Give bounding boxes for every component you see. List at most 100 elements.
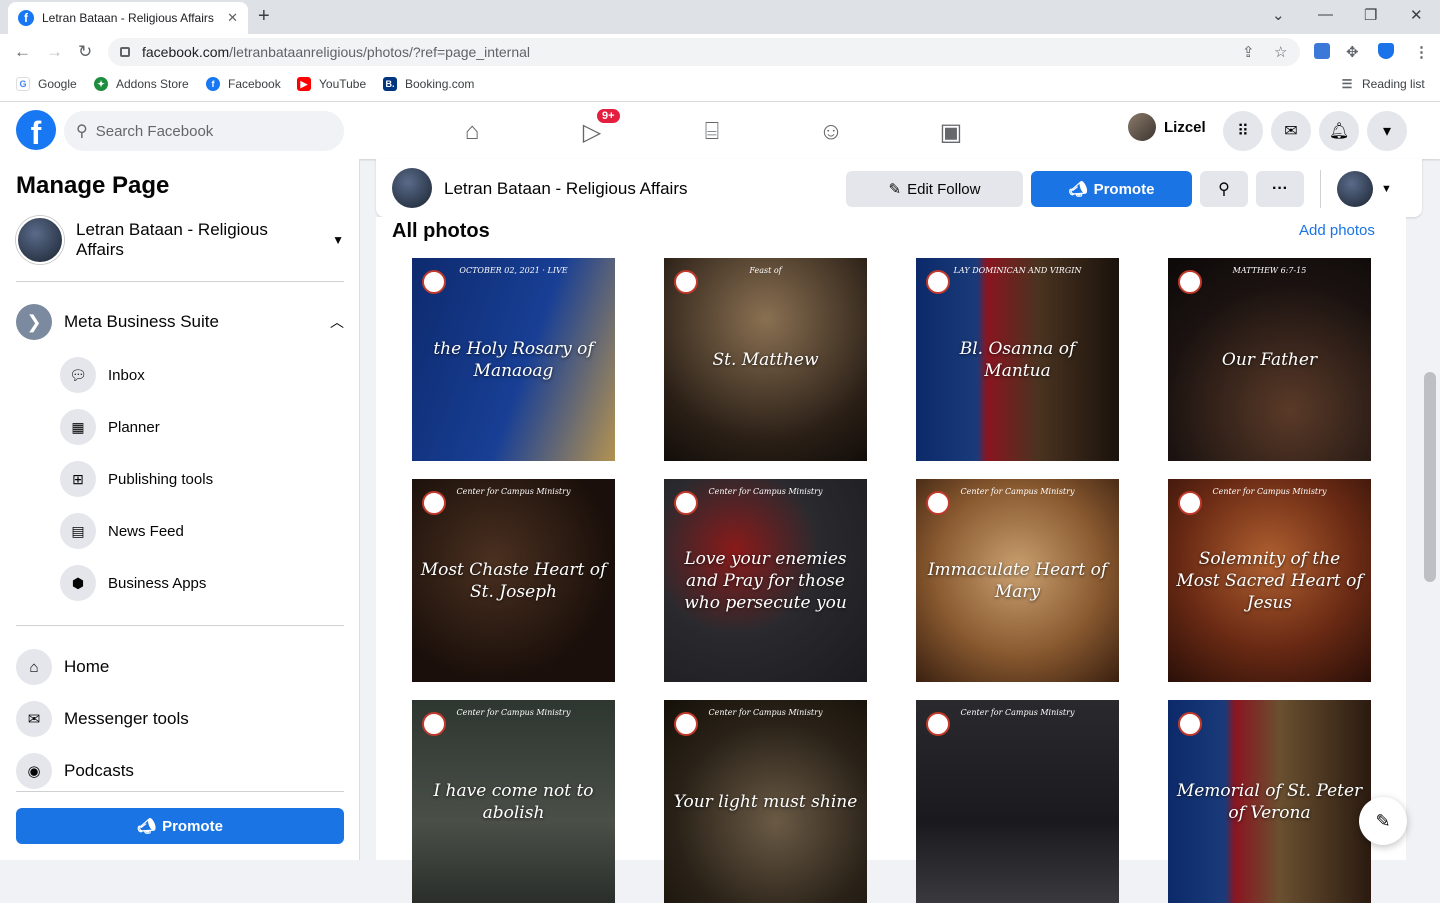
photo-thumbnail[interactable]: LAY DOMINICAN AND VIRGIN Bl. Osanna of Ma… [916, 258, 1119, 461]
acting-as-switcher[interactable]: ▼ [1337, 171, 1392, 207]
watch-nav-icon[interactable]: ▷ [536, 112, 648, 152]
photo-thumbnail[interactable]: MATTHEW 6:7-15 Our Father [1168, 258, 1371, 461]
back-icon[interactable]: ← [14, 42, 31, 62]
browser-tab[interactable]: f Letran Bataan - Religious Affairs ✕ [8, 2, 248, 34]
messenger-tools-icon: ✉ [16, 701, 52, 737]
photo-thumbnail[interactable]: Center for Campus Ministry [916, 700, 1119, 903]
bookmark-google[interactable]: G Google [16, 77, 77, 91]
facebook-favicon-icon: f [18, 10, 34, 26]
photo-header-text: Feast of [749, 266, 782, 275]
sidebar-item-planner[interactable]: ▦ Planner [60, 409, 160, 445]
more-options-button[interactable]: ··· [1256, 171, 1304, 207]
photo-caption: Your light must shine [673, 791, 858, 812]
sidebar-item-label: News Feed [108, 522, 184, 540]
bookmark-label: YouTube [319, 77, 367, 91]
photo-thumbnail[interactable]: Memorial of St. Peter of Verona [1168, 700, 1371, 903]
scrollbar-thumb[interactable] [1424, 372, 1436, 582]
reading-list-icon: ☰ [1341, 77, 1353, 91]
account-caret-icon[interactable]: ▾ [1367, 111, 1407, 151]
page-selector[interactable]: Letran Bataan - Religious Affairs ▼ [16, 216, 344, 264]
divider [1320, 170, 1321, 208]
bookmark-label: Booking.com [405, 77, 475, 91]
avatar [1337, 171, 1373, 207]
bookmark-facebook[interactable]: f Facebook [206, 77, 281, 91]
promote-label: Promote [162, 817, 223, 835]
menu-grid-icon[interactable]: ⠿ [1223, 111, 1263, 151]
edit-follow-button[interactable]: ✎ Edit Follow [846, 171, 1023, 207]
extensions-puzzle-icon[interactable]: ✥ [1346, 43, 1359, 61]
maximize-icon[interactable]: ❐ [1364, 6, 1377, 24]
addons-icon: ✦ [94, 77, 108, 91]
messenger-icon[interactable]: ✉ [1271, 111, 1311, 151]
photo-thumbnail[interactable]: Center for Campus Ministry I have come no… [412, 700, 615, 903]
tab-close-icon[interactable]: ✕ [227, 10, 238, 26]
notifications-bell-icon[interactable]: 🔔︎ [1319, 111, 1359, 151]
reload-icon[interactable]: ↻ [78, 42, 92, 62]
photo-thumbnail[interactable]: Center for Campus Ministry Love your enem… [664, 479, 867, 682]
groups-nav-icon[interactable]: ☺ [775, 112, 887, 152]
facebook-icon: f [206, 77, 220, 91]
all-photos-title: All photos [392, 220, 490, 242]
promote-button[interactable]: 📣︎ Promote [1031, 171, 1192, 207]
gaming-nav-icon[interactable]: ▣ [895, 112, 1007, 152]
sidebar-item-label: Messenger tools [64, 709, 189, 728]
sidebar-item-label: Home [64, 657, 110, 676]
meta-business-suite-toggle[interactable]: ❯ Meta Business Suite ︿ [16, 304, 344, 340]
megaphone-icon: 📣︎ [137, 818, 157, 835]
photo-thumbnail[interactable]: Center for Campus Ministry Most Chaste He… [412, 479, 615, 682]
photo-thumbnail[interactable]: Center for Campus Ministry Your light mus… [664, 700, 867, 903]
sidebar-item-business-apps[interactable]: ⬢ Business Apps [60, 565, 206, 601]
sidebar-promote-button[interactable]: 📣︎ Promote [16, 808, 344, 844]
photo-header-text: Center for Campus Ministry [708, 708, 823, 717]
search-input[interactable]: ⚲ Search Facebook [64, 111, 344, 151]
meta-business-suite-label: Meta Business Suite [64, 312, 219, 331]
page-search-button[interactable]: ⚲ [1200, 171, 1248, 207]
marketplace-nav-icon[interactable]: ⌸ [656, 112, 768, 152]
bookmark-star-icon[interactable]: ☆ [1274, 43, 1287, 61]
sidebar-item-podcasts[interactable]: ◉ Podcasts [16, 753, 134, 789]
forward-icon[interactable]: → [46, 42, 63, 62]
photo-thumbnail[interactable]: Center for Campus Ministry Solemnity of t… [1168, 479, 1371, 682]
divider [16, 281, 344, 282]
lock-icon [120, 47, 130, 57]
sidebar-item-publishing-tools[interactable]: ⊞ Publishing tools [60, 461, 213, 497]
search-icon: ⚲ [1218, 181, 1230, 198]
bookmark-youtube[interactable]: ▶ YouTube [297, 77, 366, 91]
facebook-logo-icon[interactable]: f [16, 110, 56, 150]
sidebar-item-messenger-tools[interactable]: ✉ Messenger tools [16, 701, 189, 737]
sidebar-item-home[interactable]: ⌂ Home [16, 649, 109, 685]
avatar [1128, 113, 1156, 141]
profile-link[interactable]: Lizcel [1128, 113, 1206, 141]
photo-caption: Bl. Osanna of Mantua [959, 338, 1076, 381]
promote-label: Promote [1093, 180, 1155, 198]
minimize-icon[interactable]: — [1318, 6, 1333, 23]
tab-search-icon[interactable]: ⌄ [1272, 6, 1285, 24]
sidebar-item-news-feed[interactable]: ▤ News Feed [60, 513, 184, 549]
page-avatar[interactable] [392, 168, 432, 208]
google-icon: G [16, 77, 30, 91]
sidebar-item-label: Inbox [108, 366, 145, 384]
sidebar-item-inbox[interactable]: 💬︎ Inbox [60, 357, 145, 393]
bookmark-booking[interactable]: B. Booking.com [383, 77, 474, 91]
new-tab-button[interactable]: + [258, 5, 270, 28]
sidebar-title: Manage Page [16, 172, 170, 199]
photo-thumbnail[interactable]: OCTOBER 02, 2021 · LIVE the Holy Rosary o… [412, 258, 615, 461]
add-photos-link[interactable]: Add photos [1299, 222, 1375, 239]
new-message-compose-button[interactable]: ✎ [1359, 797, 1407, 845]
compose-icon: ✎ [1375, 810, 1391, 831]
shield-extension-icon[interactable] [1378, 43, 1394, 59]
photo-thumbnail[interactable]: Center for Campus Ministry Immaculate Hea… [916, 479, 1119, 682]
publishing-tools-icon: ⊞ [60, 461, 96, 497]
chrome-menu-icon[interactable]: ⋮ [1414, 43, 1429, 61]
address-bar[interactable]: facebook.com/letranbataanreligious/photo… [108, 38, 1300, 66]
share-icon[interactable]: ⇪ [1242, 43, 1255, 61]
home-nav-icon[interactable]: ⌂ [416, 112, 528, 152]
pencil-icon: ✎ [888, 181, 902, 198]
window-close-icon[interactable]: ✕ [1410, 6, 1423, 24]
inbox-icon: 💬︎ [60, 357, 96, 393]
adblock-extension-icon[interactable] [1314, 43, 1330, 59]
reading-list[interactable]: ☰ Reading list [1340, 77, 1425, 91]
photo-thumbnail[interactable]: Feast of St. Matthew [664, 258, 867, 461]
photo-header-text: Center for Campus Ministry [1212, 487, 1327, 496]
bookmark-addons-store[interactable]: ✦ Addons Store [94, 77, 189, 91]
